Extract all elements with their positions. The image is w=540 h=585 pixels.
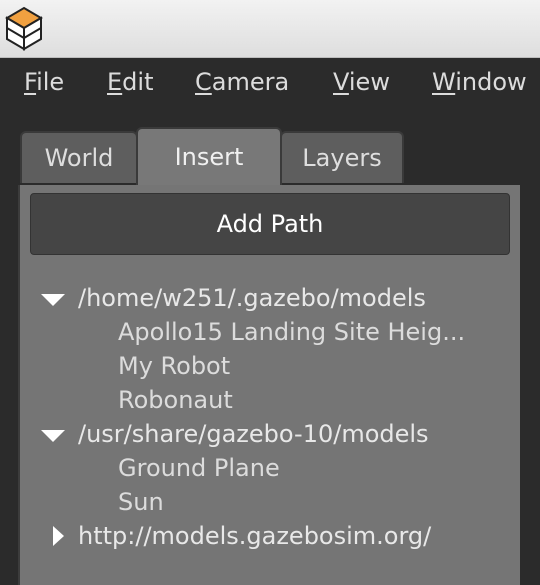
tab-world-label: World bbox=[44, 144, 114, 172]
tree-model-item[interactable]: Apollo15 Landing Site Heig... bbox=[36, 318, 516, 352]
tree-model-item[interactable]: My Robot bbox=[36, 352, 516, 386]
menu-file[interactable]: File bbox=[24, 68, 64, 96]
menu-edit[interactable]: Edit bbox=[107, 68, 153, 96]
gazebo-app-icon bbox=[5, 6, 43, 51]
menu-bar: File Edit Camera View Window bbox=[0, 58, 540, 106]
tab-world[interactable]: World bbox=[20, 131, 138, 183]
menu-view[interactable]: View bbox=[333, 68, 390, 96]
tree-model-item[interactable]: Ground Plane bbox=[36, 454, 516, 488]
tab-insert[interactable]: Insert bbox=[136, 127, 282, 185]
menu-camera[interactable]: Camera bbox=[195, 68, 289, 96]
tree-model-item[interactable]: Robonaut bbox=[36, 386, 516, 420]
add-path-button[interactable]: Add Path bbox=[30, 193, 510, 255]
triangle-down-icon[interactable] bbox=[36, 284, 74, 312]
triangle-right-icon[interactable] bbox=[36, 522, 74, 550]
triangle-down-icon[interactable] bbox=[36, 420, 74, 448]
model-path-tree: /home/w251/.gazebo/models Apollo15 Landi… bbox=[36, 284, 516, 556]
tree-path-home-models[interactable]: /home/w251/.gazebo/models bbox=[36, 284, 516, 318]
add-path-label: Add Path bbox=[216, 210, 324, 238]
tab-layers[interactable]: Layers bbox=[280, 131, 404, 183]
window-titlebar bbox=[0, 0, 540, 58]
tab-layers-label: Layers bbox=[302, 144, 382, 172]
menu-window[interactable]: Window bbox=[432, 68, 527, 96]
tab-insert-label: Insert bbox=[174, 143, 244, 171]
tree-path-model-database[interactable]: http://models.gazebosim.org/ bbox=[36, 522, 516, 556]
tree-model-item[interactable]: Sun bbox=[36, 488, 516, 522]
tree-path-usr-share-models[interactable]: /usr/share/gazebo-10/models bbox=[36, 420, 516, 454]
